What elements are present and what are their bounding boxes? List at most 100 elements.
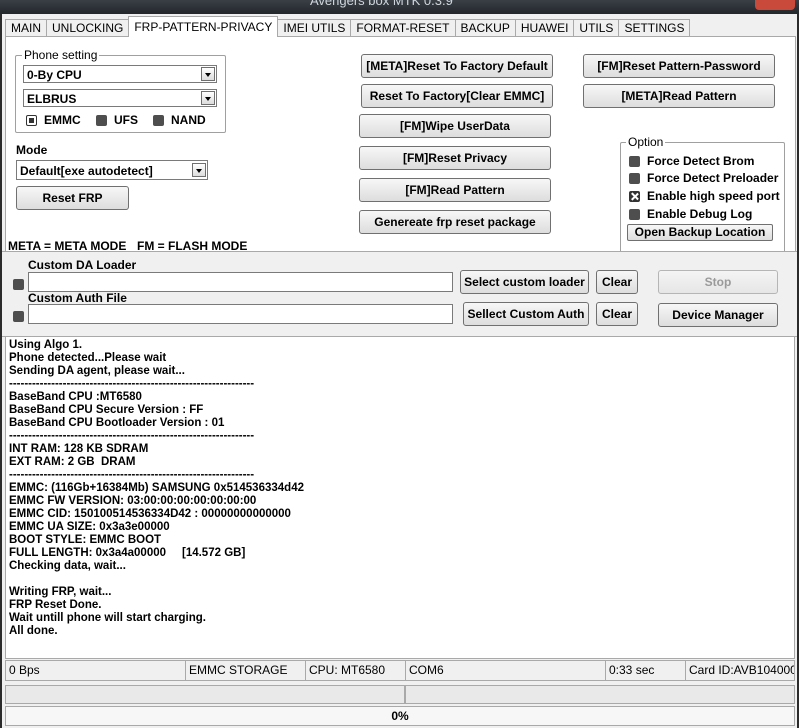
log-line: FRP Reset Done. — [9, 599, 102, 611]
select-custom-auth-button[interactable]: Sellect Custom Auth — [463, 302, 589, 326]
phone-setting-group: Phone setting 0-By CPU ELBRUS EMMC UFS N… — [15, 48, 226, 133]
option-label: Option — [626, 135, 666, 149]
fm-reset-pattern-password-button[interactable]: [FM]Reset Pattern-Password — [583, 54, 775, 78]
log-line: INT RAM: 128 KB SDRAM — [9, 443, 149, 455]
tab-strip: MAIN UNLOCKING FRP-PATTERN-PRIVACY IMEI … — [5, 16, 691, 37]
status-cpu: CPU: MT6580 — [305, 660, 406, 681]
chevron-down-icon — [192, 163, 206, 177]
enable-high-speed-port-checkbox[interactable]: Enable high speed port — [629, 189, 780, 203]
secondary-status-bar — [5, 685, 795, 704]
log-output[interactable]: Using Algo 1. Phone detected...Please wa… — [5, 336, 795, 659]
stop-button[interactable]: Stop — [658, 270, 778, 294]
log-line: EMMC FW VERSION: 03:00:00:00:00:00:00:00 — [9, 495, 257, 507]
clear-loader-button[interactable]: Clear — [596, 270, 638, 294]
status-segment — [405, 685, 795, 704]
log-line: Writing FRP, wait... — [9, 586, 112, 598]
force-detect-preloader-checkbox[interactable]: Force Detect Preloader — [629, 171, 778, 185]
tab-format-reset[interactable]: FORMAT-RESET — [350, 19, 456, 37]
checkbox-unchecked-icon — [153, 114, 164, 126]
main-window: MAIN UNLOCKING FRP-PATTERN-PRIVACY IMEI … — [2, 14, 797, 728]
log-line: EMMC: (116Gb+16384Mb) SAMSUNG 0x51453633… — [9, 482, 304, 494]
log-line: Using Algo 1. — [9, 339, 83, 351]
status-segment — [5, 685, 405, 704]
log-line: BaseBand CPU :MT6580 — [9, 391, 142, 403]
fm-read-pattern-button[interactable]: [FM]Read Pattern — [359, 178, 551, 202]
tab-settings[interactable]: SETTINGS — [618, 19, 691, 37]
meta-reset-factory-button[interactable]: [META]Reset To Factory Default — [361, 54, 553, 78]
model-select[interactable]: ELBRUS — [23, 89, 217, 107]
tab-utils[interactable]: UTILS — [573, 19, 620, 37]
log-separator: ----------------------------------------… — [9, 469, 255, 481]
log-line: Checking data, wait... — [9, 560, 126, 572]
close-button[interactable] — [755, 0, 795, 10]
open-backup-location-button[interactable]: Open Backup Location — [627, 224, 773, 241]
custom-auth-file-input[interactable] — [28, 304, 453, 324]
enable-high-speed-port-label: Enable high speed port — [647, 189, 780, 203]
checkbox-unchecked-icon — [96, 114, 107, 126]
emmc-label: EMMC — [44, 113, 81, 127]
custom-da-checkbox[interactable] — [13, 279, 24, 290]
enable-debug-log-checkbox[interactable]: Enable Debug Log — [629, 207, 752, 221]
phone-setting-label: Phone setting — [22, 48, 100, 62]
ufs-label: UFS — [114, 113, 138, 127]
custom-da-loader-input[interactable] — [28, 272, 453, 292]
select-custom-loader-button[interactable]: Select custom loader — [460, 270, 589, 294]
log-line: Wait untill phone will start charging. — [9, 612, 206, 624]
log-line: FULL LENGTH: 0x3a4a00000 [14.572 GB] — [9, 547, 246, 559]
emmc-checkbox[interactable]: EMMC — [26, 113, 81, 127]
log-line: BaseBand CPU Bootloader Version : 01 — [9, 417, 225, 429]
tab-unlocking[interactable]: UNLOCKING — [46, 19, 130, 37]
checkbox-unchecked-icon — [629, 172, 640, 184]
tab-main[interactable]: MAIN — [5, 19, 47, 37]
status-storage: EMMC STORAGE — [185, 660, 306, 681]
ufs-checkbox[interactable]: UFS — [96, 113, 138, 127]
log-line: EXT RAM: 2 GB DRAM — [9, 456, 136, 468]
progress-label: 0% — [391, 709, 409, 723]
chevron-down-icon — [201, 91, 215, 105]
nand-label: NAND — [171, 113, 206, 127]
reset-privacy-button[interactable]: [FM]Reset Privacy — [359, 146, 551, 170]
cpu-select[interactable]: 0-By CPU — [23, 65, 217, 83]
chevron-down-icon — [201, 67, 215, 81]
mode-label: Mode — [16, 143, 48, 157]
force-detect-brom-checkbox[interactable]: Force Detect Brom — [629, 154, 754, 168]
cpu-select-value: 0-By CPU — [27, 68, 82, 82]
option-group: Option Force Detect Brom Force Detect Pr… — [620, 135, 785, 255]
checkbox-unchecked-icon — [629, 155, 640, 167]
log-line: Phone detected...Please wait — [9, 352, 167, 364]
meta-read-pattern-button[interactable]: [META]Read Pattern — [583, 84, 775, 108]
clear-auth-button[interactable]: Clear — [596, 302, 638, 326]
title-bar: Avengers box MTK 0.3.9 — [0, 0, 799, 14]
enable-debug-log-label: Enable Debug Log — [647, 207, 753, 221]
reset-frp-button[interactable]: Reset FRP — [16, 186, 129, 210]
status-speed: 0 Bps — [5, 660, 186, 681]
custom-loader-pane: Custom DA Loader Select custom loader Cl… — [2, 251, 797, 337]
progress-bar: 0% — [5, 706, 795, 726]
log-line: Sending DA agent, please wait... — [9, 365, 185, 377]
log-line: BOOT STYLE: EMMC BOOT — [9, 534, 162, 546]
log-line: EMMC CID: 150100514536334D42 : 000000000… — [9, 508, 291, 520]
checkbox-unchecked-icon — [629, 208, 640, 220]
log-line: BaseBand CPU Secure Version : FF — [9, 404, 204, 416]
mode-select[interactable]: Default[exe autodetect] — [16, 160, 208, 180]
custom-auth-checkbox[interactable] — [13, 311, 24, 322]
status-bar: 0 Bps EMMC STORAGE CPU: MT6580 COM6 0:33… — [5, 660, 795, 681]
window-title: Avengers box MTK 0.3.9 — [310, 0, 453, 8]
wipe-userdata-button[interactable]: [FM]Wipe UserData — [359, 114, 551, 138]
reset-factory-clear-emmc-button[interactable]: Reset To Factory[Clear EMMC] — [361, 84, 553, 108]
force-detect-preloader-label: Force Detect Preloader — [647, 171, 779, 185]
status-card-id: Card ID:AVB1040000 — [685, 660, 795, 681]
device-manager-button[interactable]: Device Manager — [658, 303, 778, 327]
status-port: COM6 — [405, 660, 606, 681]
tab-frp-pattern-privacy[interactable]: FRP-PATTERN-PRIVACY — [128, 16, 279, 37]
tab-imei-utils[interactable]: IMEI UTILS — [277, 19, 352, 37]
tab-huawei[interactable]: HUAWEI — [514, 19, 575, 37]
status-time: 0:33 sec — [605, 660, 686, 681]
generate-frp-package-button[interactable]: Genereate frp reset package — [359, 210, 551, 234]
log-line: All done. — [9, 625, 58, 637]
nand-checkbox[interactable]: NAND — [153, 113, 206, 127]
custom-auth-file-label: Custom Auth File — [28, 291, 127, 305]
log-line: EMMC UA SIZE: 0x3a3e00000 — [9, 521, 170, 533]
tab-backup[interactable]: BACKUP — [454, 19, 516, 37]
